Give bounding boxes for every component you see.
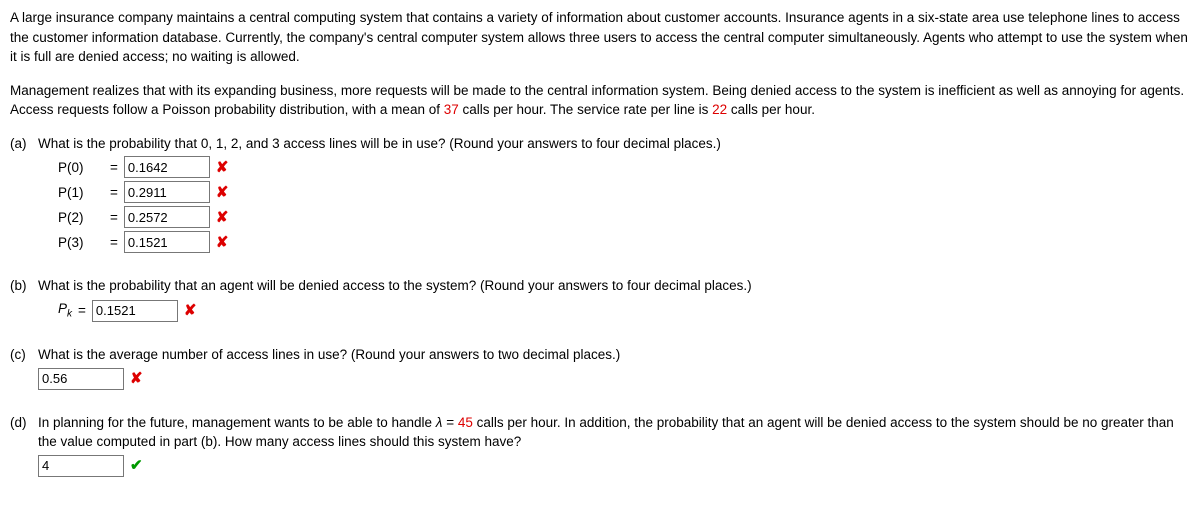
part-c-label: (c) <box>10 345 38 365</box>
wrong-icon: ✘ <box>216 232 229 254</box>
p0-input[interactable] <box>124 156 210 178</box>
pk-p: P <box>58 301 67 316</box>
part-d-label: (d) <box>10 413 38 433</box>
equals-sign: = <box>110 233 118 253</box>
equals-sign: = <box>110 183 118 203</box>
part-c: (c) What is the average number of access… <box>10 345 1190 393</box>
intro-paragraph-2: Management realizes that with its expand… <box>10 81 1190 120</box>
wrong-icon: ✘ <box>216 157 229 179</box>
intro2-text-c: calls per hour. <box>727 102 815 117</box>
pk-label: Pk <box>58 299 72 322</box>
p3-label: P(3) <box>58 233 104 253</box>
part-b: (b) What is the probability that an agen… <box>10 276 1190 325</box>
intro2-rate-value: 22 <box>712 102 727 117</box>
avg-lines-input[interactable] <box>38 368 124 390</box>
equals-sign: = <box>78 301 86 321</box>
intro2-mean-value: 37 <box>444 102 459 117</box>
part-d: (d) In planning for the future, manageme… <box>10 413 1190 480</box>
intro2-text-b: calls per hour. The service rate per lin… <box>459 102 712 117</box>
num-lines-input[interactable] <box>38 455 124 477</box>
wrong-icon: ✘ <box>130 368 143 390</box>
correct-icon: ✔ <box>130 455 143 477</box>
part-b-label: (b) <box>10 276 38 296</box>
pk-sub: k <box>67 309 72 320</box>
part-c-question: What is the average number of access lin… <box>38 345 1190 365</box>
part-a-question: What is the probability that 0, 1, 2, an… <box>38 134 1190 154</box>
wrong-icon: ✘ <box>184 300 197 322</box>
p2-label: P(2) <box>58 208 104 228</box>
part-a-label: (a) <box>10 134 38 154</box>
part-d-question: In planning for the future, management w… <box>38 413 1190 452</box>
part-a: (a) What is the probability that 0, 1, 2… <box>10 134 1190 257</box>
wrong-icon: ✘ <box>216 207 229 229</box>
p1-input[interactable] <box>124 181 210 203</box>
p2-input[interactable] <box>124 206 210 228</box>
intro-paragraph-1: A large insurance company maintains a ce… <box>10 8 1190 67</box>
p3-input[interactable] <box>124 231 210 253</box>
pk-input[interactable] <box>92 300 178 322</box>
p1-label: P(1) <box>58 183 104 203</box>
part-d-q1: In planning for the future, management w… <box>38 415 436 430</box>
equals-sign: = <box>110 158 118 178</box>
part-d-lambda-value: 45 <box>458 415 473 430</box>
equals-sign: = <box>110 208 118 228</box>
part-d-eq: = <box>442 415 457 430</box>
p0-label: P(0) <box>58 158 104 178</box>
part-b-question: What is the probability that an agent wi… <box>38 276 1190 296</box>
wrong-icon: ✘ <box>216 182 229 204</box>
